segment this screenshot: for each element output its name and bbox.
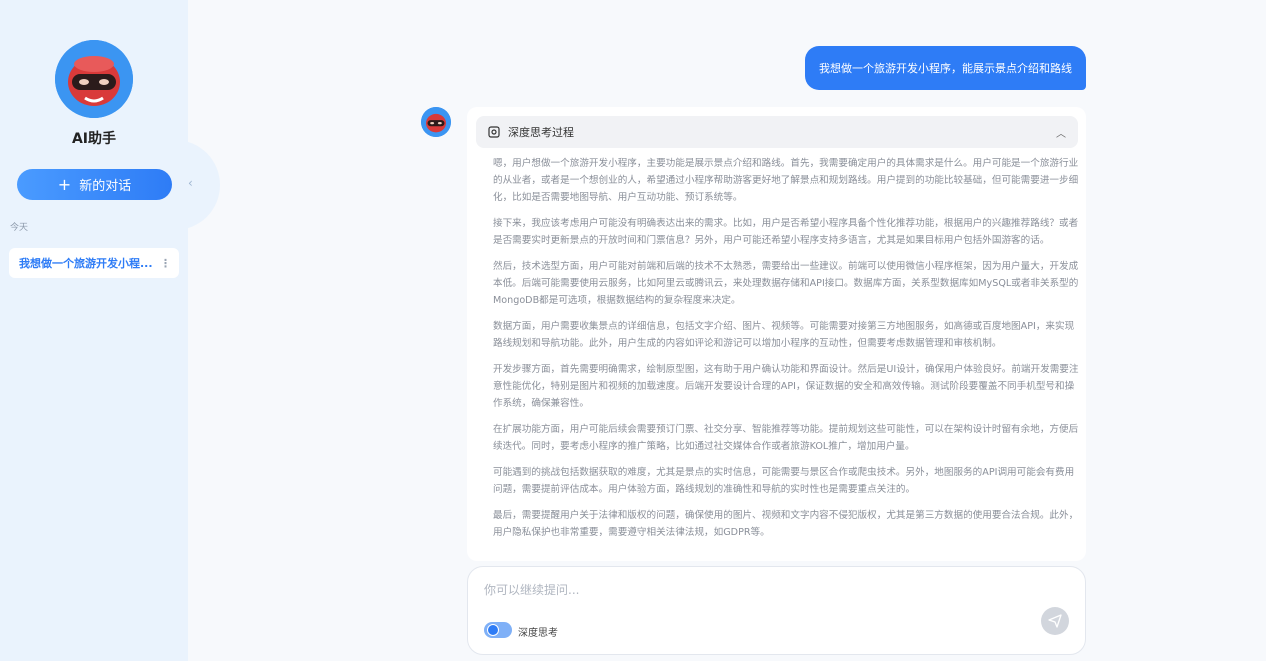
- thinking-title: 深度思考过程: [508, 126, 574, 139]
- plus-icon: +: [57, 174, 72, 194]
- history-item[interactable]: 我想做一个旅游开发小程... ⋮: [9, 248, 179, 278]
- brain-icon: [488, 126, 500, 138]
- thinking-paragraph: 开发步骤方面，首先需要明确需求，绘制原型图，这有助于用户确认功能和界面设计。然后…: [493, 364, 1079, 409]
- history-section-label: 今天: [10, 223, 29, 233]
- history-item-title: 我想做一个旅游开发小程...: [19, 257, 153, 270]
- thinking-paragraph: 数据方面，用户需要收集景点的详细信息，包括文字介绍、图片、视频等。可能需要对接第…: [493, 321, 1075, 349]
- new-chat-button[interactable]: + 新的对话: [17, 169, 172, 200]
- app-name: AI助手: [71, 131, 117, 147]
- thinking-paragraph: 最后，需要提醒用户关于法律和版权的问题，确保使用的图片、视频和文字内容不侵犯版权…: [493, 510, 1079, 538]
- robot-avatar-icon: [421, 107, 451, 137]
- send-button[interactable]: [1041, 607, 1069, 635]
- chevron-up-icon[interactable]: ︿: [1056, 125, 1066, 140]
- message-input[interactable]: [484, 583, 1044, 597]
- thinking-paragraph: 在扩展功能方面，用户可能后续会需要预订门票、社交分享、智能推荐等功能。提前规划这…: [493, 424, 1079, 452]
- thinking-content: 嗯，用户想做一个旅游开发小程序，主要功能是展示景点介绍和路线。首先，我需要确定用…: [493, 155, 1079, 550]
- collapse-sidebar-icon[interactable]: ‹: [188, 176, 193, 190]
- composer: 深度思考: [467, 566, 1086, 655]
- robot-avatar-icon: [55, 40, 133, 118]
- new-chat-label: 新的对话: [79, 179, 132, 194]
- more-options-icon[interactable]: ⋮: [154, 257, 171, 270]
- thinking-process-toggle[interactable]: 深度思考过程 ︿: [476, 116, 1078, 148]
- thinking-paragraph: 可能遇到的挑战包括数据获取的难度，尤其是景点的实时信息，可能需要与景区合作或爬虫…: [493, 467, 1075, 495]
- user-message-text: 我想做一个旅游开发小程序，能展示景点介绍和路线: [819, 62, 1072, 75]
- thinking-paragraph: 然后，技术选型方面，用户可能对前端和后端的技术不太熟悉，需要给出一些建议。前端可…: [493, 261, 1079, 306]
- user-message-bubble: 我想做一个旅游开发小程序，能展示景点介绍和路线: [805, 46, 1086, 90]
- toggle-knob: [487, 624, 499, 636]
- deep-think-toggle[interactable]: [484, 622, 512, 638]
- send-icon: [1048, 614, 1062, 628]
- sidebar: AI助手 + 新的对话 今天 我想做一个旅游开发小程... ⋮: [0, 0, 220, 661]
- thinking-paragraph: 嗯，用户想做一个旅游开发小程序，主要功能是展示景点介绍和路线。首先，我需要确定用…: [493, 158, 1079, 203]
- assistant-answer-card: 深度思考过程 ︿ 嗯，用户想做一个旅游开发小程序，主要功能是展示景点介绍和路线。…: [467, 107, 1086, 561]
- deep-think-label: 深度思考: [518, 628, 558, 639]
- thinking-paragraph: 接下来，我应该考虑用户可能没有明确表达出来的需求。比如，用户是否希望小程序具备个…: [493, 218, 1079, 246]
